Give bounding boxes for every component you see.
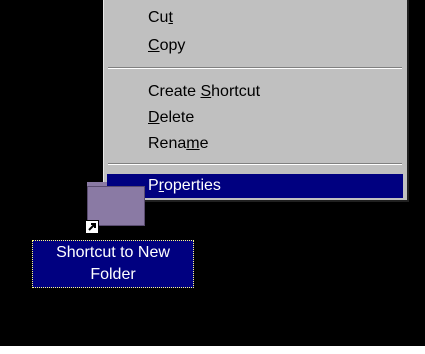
folder-shortcut-icon[interactable] <box>82 182 145 234</box>
shortcut-label-line1: Shortcut to New <box>56 244 170 261</box>
shortcut-arrow-icon <box>85 220 99 234</box>
context-menu: Cut Copy Create Shortcut Delete Rename P… <box>103 0 409 202</box>
menu-separator <box>108 163 402 165</box>
menu-item-copy[interactable]: Copy <box>107 34 403 58</box>
menu-item-cut[interactable]: Cut <box>107 6 403 30</box>
shortcut-label[interactable]: Shortcut to New Folder <box>32 240 194 288</box>
menu-separator <box>108 67 402 69</box>
taskbar-edge <box>0 346 425 354</box>
menu-item-create-shortcut[interactable]: Create Shortcut <box>107 80 403 104</box>
shortcut-label-line2: Folder <box>90 266 136 283</box>
menu-item-delete[interactable]: Delete <box>107 106 403 130</box>
menu-item-properties[interactable]: Properties <box>107 174 403 198</box>
menu-item-rename[interactable]: Rename <box>107 132 403 156</box>
